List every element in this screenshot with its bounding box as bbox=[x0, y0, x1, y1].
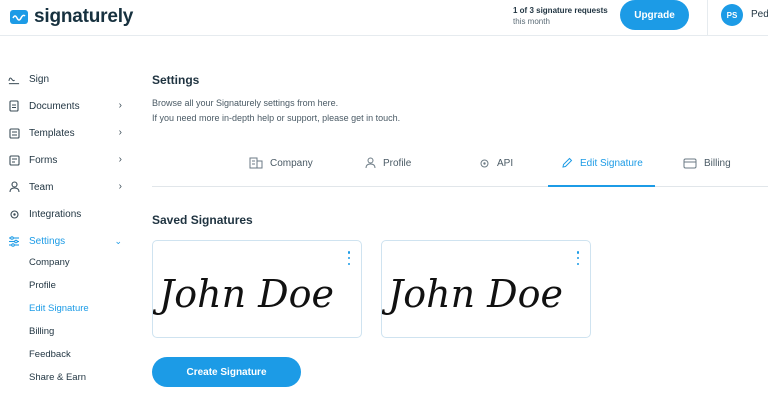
settings-tabs: Company Profile API Edit Signature Billi… bbox=[152, 145, 768, 187]
tab-api[interactable]: API bbox=[479, 153, 513, 173]
team-icon bbox=[8, 181, 20, 193]
document-icon bbox=[8, 100, 20, 112]
active-tab-indicator bbox=[548, 185, 655, 187]
tab-label: Profile bbox=[383, 157, 412, 169]
chevron-right-icon: › bbox=[118, 127, 122, 138]
upgrade-button[interactable]: Upgrade bbox=[620, 0, 689, 30]
quota-count: 1 of 3 signature requests bbox=[513, 6, 608, 15]
signature-card[interactable]: John Doe bbox=[381, 240, 591, 338]
settings-subitem-feedback[interactable]: Feedback bbox=[29, 349, 71, 363]
sidebar-item-documents[interactable]: Documents › bbox=[8, 97, 128, 115]
sidebar-item-team[interactable]: Team › bbox=[8, 178, 128, 196]
signature-image: John Doe bbox=[382, 272, 563, 316]
sidebar-item-integrations[interactable]: Integrations bbox=[8, 205, 128, 223]
sidebar: Sign Documents › Templates › Forms › Tea… bbox=[0, 36, 140, 406]
saved-signatures-title: Saved Signatures bbox=[152, 213, 253, 227]
sidebar-item-templates[interactable]: Templates › bbox=[8, 124, 128, 142]
tab-label: Billing bbox=[704, 157, 731, 169]
sidebar-item-settings[interactable]: Settings ⌄ bbox=[8, 232, 128, 250]
settings-subitem-share-earn[interactable]: Share & Earn bbox=[29, 372, 86, 386]
tab-label: Company bbox=[270, 157, 313, 169]
chevron-down-icon: ⌄ bbox=[114, 236, 122, 246]
forms-icon bbox=[8, 154, 20, 166]
chevron-right-icon: › bbox=[118, 181, 122, 192]
logo-icon bbox=[10, 10, 28, 24]
tab-edit-signature[interactable]: Edit Signature bbox=[561, 153, 643, 173]
sidebar-item-sign[interactable]: Sign bbox=[8, 70, 128, 88]
settings-subitem-company[interactable]: Company bbox=[29, 257, 70, 271]
tab-billing[interactable]: Billing bbox=[683, 153, 731, 173]
gear-icon bbox=[8, 208, 20, 220]
signature-quota: 1 of 3 signature requests this month bbox=[513, 5, 608, 27]
signature-text: John Doe bbox=[153, 272, 334, 316]
page-description: Browse all your Signaturely settings fro… bbox=[152, 96, 400, 126]
avatar[interactable]: PS bbox=[721, 4, 743, 26]
description-line: Browse all your Signaturely settings fro… bbox=[152, 98, 339, 108]
user-name[interactable]: Pedro bbox=[751, 9, 768, 20]
signature-text: John Doe bbox=[382, 272, 563, 316]
chevron-right-icon: › bbox=[118, 100, 122, 111]
building-icon bbox=[249, 157, 263, 169]
header-divider bbox=[707, 0, 708, 36]
sidebar-item-label: Sign bbox=[29, 73, 50, 85]
tab-company[interactable]: Company bbox=[249, 153, 313, 173]
signature-image: John Doe bbox=[153, 272, 334, 316]
sidebar-item-label: Integrations bbox=[29, 208, 82, 220]
sidebar-item-forms[interactable]: Forms › bbox=[8, 151, 128, 169]
sliders-icon bbox=[8, 235, 20, 247]
chevron-right-icon: › bbox=[118, 154, 122, 165]
tab-label: API bbox=[497, 157, 514, 169]
sidebar-item-label: Team bbox=[29, 181, 54, 193]
sign-icon bbox=[8, 73, 20, 85]
settings-subitem-billing[interactable]: Billing bbox=[29, 326, 54, 340]
signature-card[interactable]: John Doe bbox=[152, 240, 362, 338]
user-icon bbox=[365, 157, 376, 169]
top-header: signaturely 1 of 3 signature requests th… bbox=[0, 0, 768, 36]
kebab-menu-icon[interactable] bbox=[576, 251, 580, 265]
quota-period: this month bbox=[513, 17, 550, 26]
gear-icon bbox=[479, 158, 490, 169]
page-title: Settings bbox=[152, 73, 200, 87]
logo[interactable]: signaturely bbox=[10, 6, 133, 28]
tab-label: Edit Signature bbox=[580, 157, 643, 169]
logo-text: signaturely bbox=[34, 6, 134, 27]
kebab-menu-icon[interactable] bbox=[347, 251, 351, 265]
settings-subitem-edit-signature[interactable]: Edit Signature bbox=[29, 303, 89, 317]
sidebar-item-label: Documents bbox=[29, 100, 80, 112]
sidebar-item-label: Settings bbox=[29, 235, 66, 247]
description-line: If you need more in-depth help or suppor… bbox=[152, 113, 401, 123]
sidebar-item-label: Templates bbox=[29, 127, 75, 139]
sidebar-item-label: Forms bbox=[29, 154, 58, 166]
pen-icon bbox=[561, 157, 573, 169]
create-signature-button[interactable]: Create Signature bbox=[152, 357, 301, 387]
card-icon bbox=[683, 158, 697, 169]
template-icon bbox=[8, 127, 20, 139]
tab-profile[interactable]: Profile bbox=[365, 153, 411, 173]
settings-subitem-profile[interactable]: Profile bbox=[29, 280, 56, 294]
